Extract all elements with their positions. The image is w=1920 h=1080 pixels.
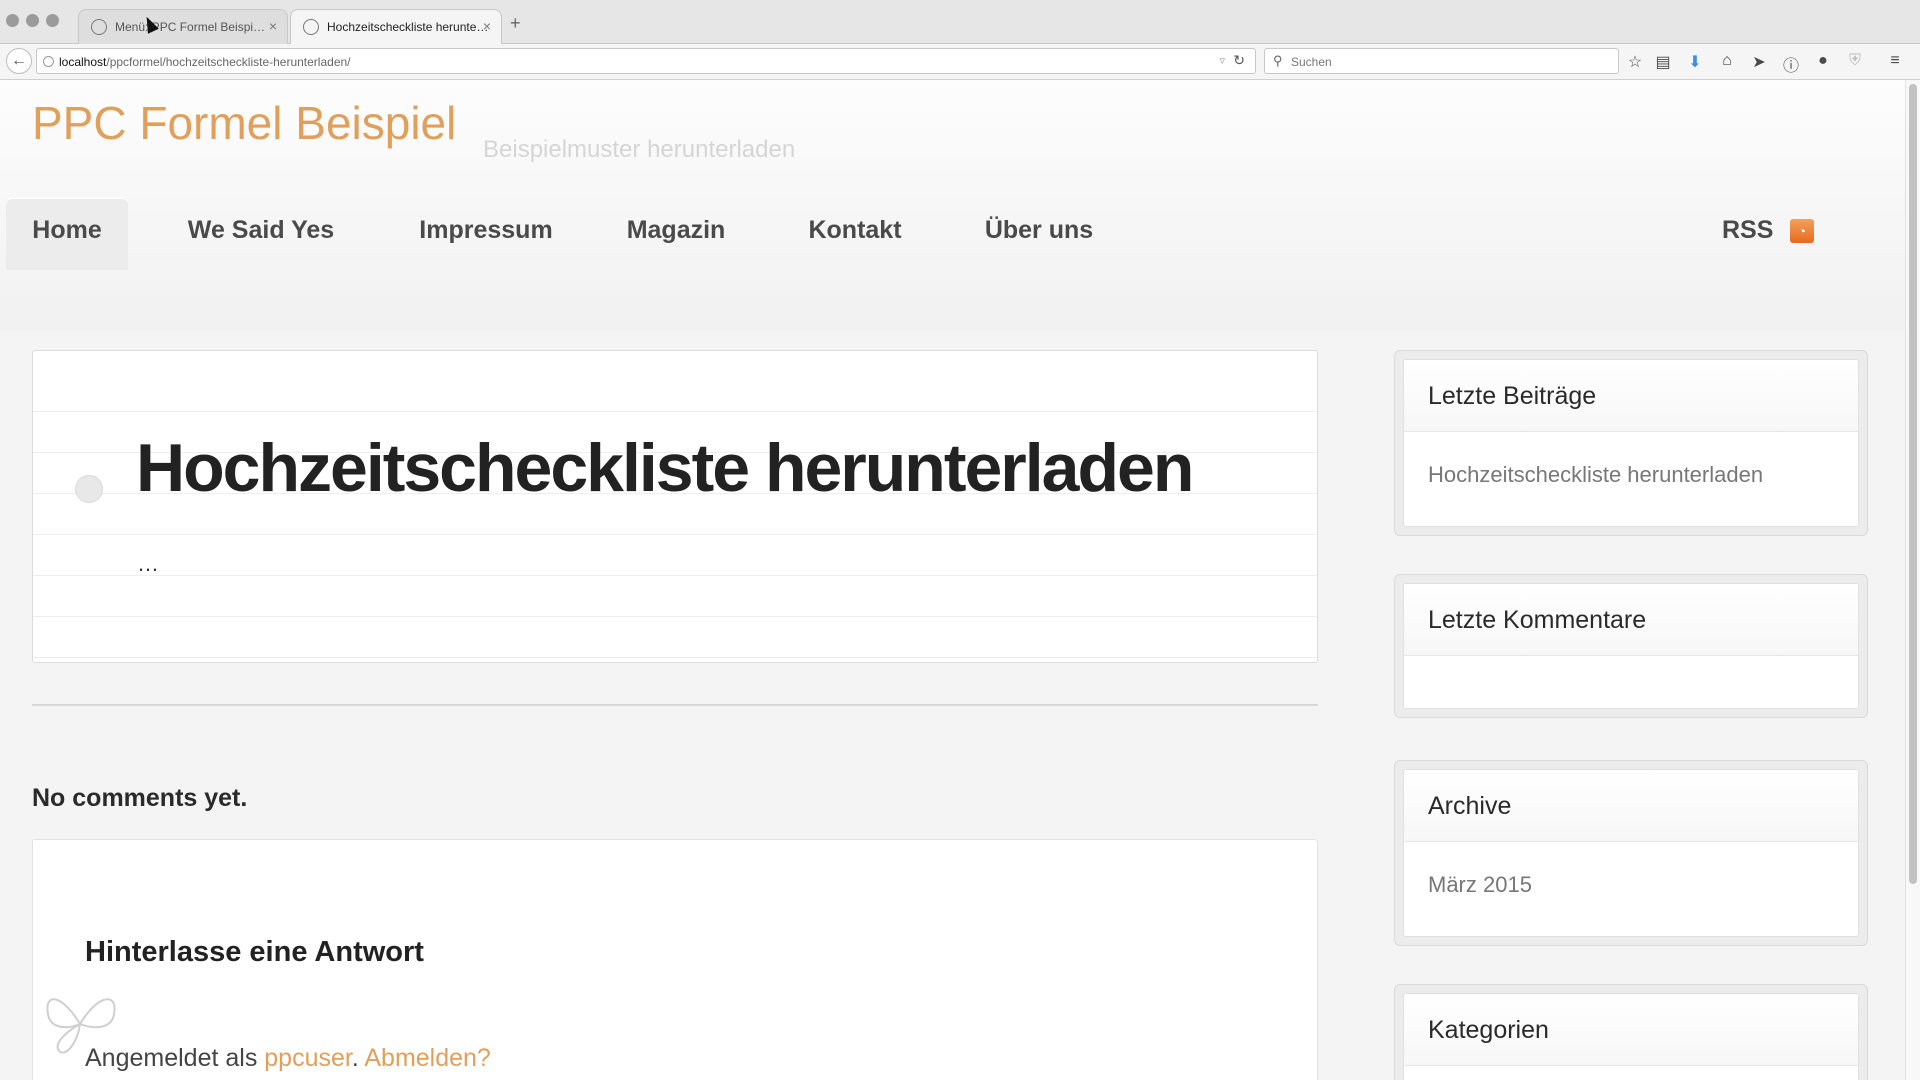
reply-form: Hinterlasse eine Antwort Angemeldet als … <box>32 839 1318 1080</box>
scrollbar-thumb[interactable] <box>1909 84 1917 884</box>
widget-categories: Kategorien <box>1394 984 1868 1080</box>
browser-nav-bar: ← localhost/ppcformel/hochzeitschecklist… <box>0 44 1920 80</box>
close-tab-icon[interactable]: × <box>269 18 277 34</box>
widget-title: Kategorien <box>1404 994 1858 1066</box>
menu-item-magazin[interactable]: Magazin <box>606 198 746 270</box>
chat-icon[interactable]: ● <box>1813 52 1833 70</box>
globe-icon <box>91 19 107 35</box>
logout-link[interactable]: Abmelden? <box>364 1044 490 1072</box>
site-title[interactable]: PPC Formel Beispiel <box>32 96 456 150</box>
star-icon[interactable]: ☆ <box>1625 52 1645 72</box>
post-excerpt: … <box>137 551 159 576</box>
widget-title: Letzte Beiträge <box>1404 360 1858 432</box>
site-description: Beispielmuster herunterladen <box>483 136 796 163</box>
reading-list-icon[interactable]: ▤ <box>1653 52 1673 72</box>
url-path: /ppcformel/hochzeitscheckliste-herunterl… <box>106 55 351 69</box>
logged-in-note: Angemeldet als ppcuser. Abmelden? <box>85 1044 491 1073</box>
widget-recent-comments: Letzte Kommentare <box>1394 574 1868 718</box>
globe-icon <box>303 19 319 35</box>
widget-title: Letzte Kommentare <box>1404 584 1858 656</box>
page-scrollbar[interactable] <box>1905 80 1920 1080</box>
tab-title: Menü: PPC Formel Beispi… <box>115 20 266 34</box>
url-bar[interactable]: localhost/ppcformel/hochzeitscheckliste-… <box>36 48 1256 74</box>
menu-item-ueber-uns[interactable]: Über uns <box>964 198 1114 270</box>
rss-link[interactable]: RSS <box>1722 216 1773 245</box>
tab-title: Hochzeitscheckliste herunte… <box>327 20 489 34</box>
reload-icon[interactable]: ↻ <box>1233 52 1245 69</box>
user-profile-link[interactable]: ppcuser <box>264 1044 352 1072</box>
reply-title: Hinterlasse eine Antwort <box>85 936 424 968</box>
post-article: Hochzeitscheckliste herunterladen … <box>32 350 1318 663</box>
search-bar[interactable]: ⚲ Suchen <box>1264 48 1619 74</box>
menu-item-home[interactable]: Home <box>6 198 128 270</box>
post-format-icon <box>75 475 103 503</box>
site-info-icon[interactable] <box>43 56 54 67</box>
zoom-window-button[interactable] <box>46 14 59 27</box>
archive-link[interactable]: März 2015 <box>1404 842 1858 898</box>
close-tab-icon[interactable]: × <box>483 18 491 34</box>
shield-icon[interactable]: ⛨ <box>1845 52 1865 70</box>
close-window-button[interactable] <box>6 14 19 27</box>
web-page: PPC Formel Beispiel Beispielmuster herun… <box>0 80 1905 1080</box>
content-divider <box>32 704 1318 706</box>
rss-feed-icon[interactable]: ◔ <box>1790 219 1814 243</box>
menu-item-we-said-yes[interactable]: We Said Yes <box>166 198 356 270</box>
widget-title: Archive <box>1404 770 1858 842</box>
post-title[interactable]: Hochzeitscheckliste herunterladen <box>136 429 1194 507</box>
recent-post-link[interactable]: Hochzeitscheckliste herunterladen <box>1404 432 1858 488</box>
home-icon[interactable]: ⌂ <box>1717 52 1737 70</box>
search-icon: ⚲ <box>1273 53 1283 68</box>
browser-tab-active[interactable]: Hochzeitscheckliste herunte… × <box>290 9 502 45</box>
info-icon[interactable]: ⓘ <box>1781 52 1801 76</box>
search-placeholder: Suchen <box>1291 55 1332 69</box>
menu-item-kontakt[interactable]: Kontakt <box>778 198 932 270</box>
menu-icon[interactable]: ≡ <box>1885 52 1905 70</box>
browser-tab-bar: Menü: PPC Formel Beispi… × Hochzeitschec… <box>0 0 1920 45</box>
new-tab-button[interactable]: + <box>510 13 521 34</box>
download-icon[interactable]: ⬇ <box>1685 52 1705 72</box>
url-host: localhost <box>59 55 107 69</box>
widget-recent-posts: Letzte Beiträge Hochzeitscheckliste heru… <box>1394 350 1868 536</box>
history-dropdown-icon[interactable]: ▿ <box>1219 54 1225 67</box>
back-button[interactable]: ← <box>6 48 32 74</box>
separator-text: . <box>351 1044 365 1072</box>
browser-tab[interactable]: Menü: PPC Formel Beispi… × <box>78 9 288 44</box>
butterfly-logo-icon <box>46 998 116 1054</box>
send-icon[interactable]: ➤ <box>1749 52 1769 72</box>
no-comments-text: No comments yet. <box>32 784 248 812</box>
widget-archive: Archive März 2015 <box>1394 760 1868 946</box>
menu-item-impressum[interactable]: Impressum <box>396 198 576 270</box>
minimize-window-button[interactable] <box>26 14 39 27</box>
